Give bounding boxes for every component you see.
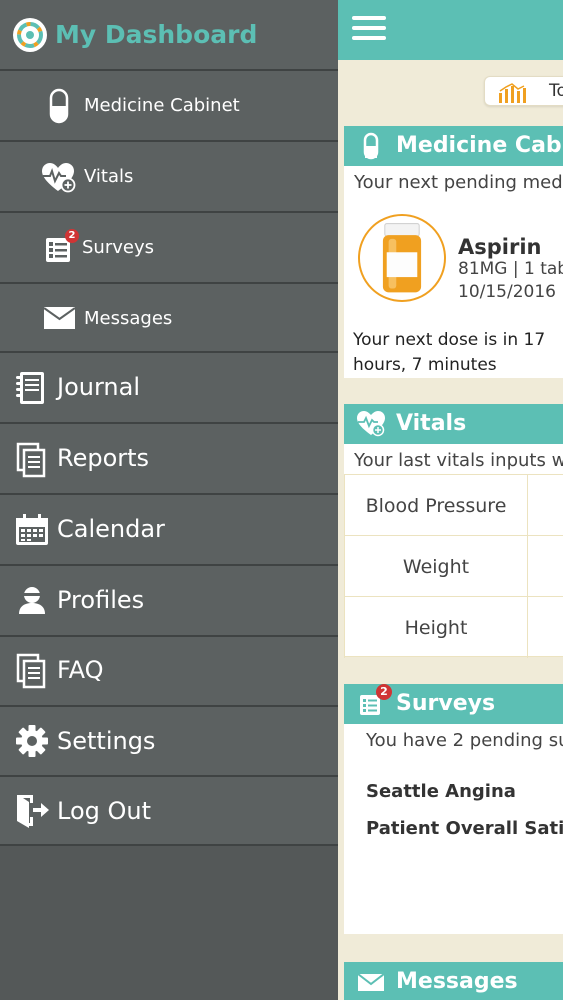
drawer-item-label: Vitals: [84, 166, 134, 187]
surveys-card[interactable]: 2 Surveys You have 2 pending su Seattle …: [344, 684, 563, 934]
drawer-item-reports[interactable]: Reports: [0, 424, 338, 495]
survey-item[interactable]: Patient Overall Satisfa: [366, 818, 563, 839]
logout-icon: [17, 795, 49, 828]
vitals-subtitle: Your last vitals inputs w: [354, 450, 563, 471]
notebook-icon: [16, 372, 44, 404]
messages-card-header[interactable]: Messages: [344, 962, 563, 1000]
vitals-card[interactable]: Vitals Your last vitals inputs w Blood P…: [344, 404, 563, 658]
medicine-cabinet-card[interactable]: Medicine Cabine Your next pending med As…: [344, 126, 563, 378]
survey-item[interactable]: Seattle Angina: [366, 781, 516, 802]
bar-chart-icon: [499, 83, 526, 103]
hamburger-menu-icon[interactable]: [352, 16, 386, 42]
drawer-item-my-dashboard[interactable]: My Dashboard: [0, 0, 338, 71]
next-dose-text: Your next dose is in 17 hours, 7 minutes: [353, 330, 546, 375]
view-toggle-button[interactable]: To: [484, 76, 563, 106]
messages-card-title: Messages: [396, 969, 518, 994]
drawer-item-label: Messages: [84, 308, 173, 329]
drawer-item-profiles[interactable]: Profiles: [0, 566, 338, 637]
top-app-bar: [338, 0, 563, 60]
calendar-icon: [16, 514, 48, 545]
drawer-item-journal[interactable]: Journal: [0, 353, 338, 424]
drawer-item-vitals[interactable]: Vitals: [0, 142, 338, 213]
documents-icon: [16, 442, 46, 478]
heart-pulse-icon: [357, 411, 385, 437]
drawer-item-label: Reports: [57, 444, 150, 472]
drawer-item-label: Journal: [57, 373, 141, 401]
surveys-card-header[interactable]: 2 Surveys: [344, 684, 563, 724]
surveys-card-badge: 2: [376, 684, 392, 700]
drawer-item-messages[interactable]: Messages: [0, 284, 338, 353]
medication-name: Aspirin: [458, 235, 542, 259]
medicine-cabinet-card-header[interactable]: Medicine Cabine: [344, 126, 563, 166]
drawer-item-label: FAQ: [57, 656, 104, 684]
drawer-item-log-out[interactable]: Log Out: [0, 777, 338, 846]
drawer-title: My Dashboard: [55, 20, 258, 49]
envelope-icon: [44, 307, 75, 329]
vitals-row-label: Height: [344, 597, 528, 658]
view-toggle-label: To: [549, 81, 563, 101]
drawer-item-medicine-cabinet[interactable]: Medicine Cabinet: [0, 71, 338, 142]
drawer-item-surveys[interactable]: 2 Surveys: [0, 213, 338, 284]
drawer-item-label: Settings: [57, 727, 156, 755]
navigation-drawer: My Dashboard Medicine Cabinet Vitals 2 S…: [0, 0, 338, 1000]
drawer-item-label: Surveys: [82, 237, 154, 258]
envelope-icon: [357, 973, 385, 991]
surveys-subtitle: You have 2 pending su: [366, 730, 563, 751]
drawer-item-settings[interactable]: Settings: [0, 707, 338, 777]
medicine-cabinet-card-title: Medicine Cabine: [396, 133, 563, 158]
heart-pulse-icon: [42, 163, 76, 193]
drawer-item-label: Medicine Cabinet: [84, 95, 240, 116]
drawer-item-faq[interactable]: FAQ: [0, 637, 338, 707]
surveys-badge: 2: [65, 229, 79, 243]
drawer-item-label: Profiles: [57, 586, 145, 614]
medicine-subtitle: Your next pending med: [354, 172, 563, 193]
drawer-item-label: Log Out: [57, 797, 152, 825]
messages-card[interactable]: Messages: [344, 962, 563, 1000]
app-logo-icon: [13, 18, 47, 52]
vitals-row-height[interactable]: Height: [344, 596, 563, 658]
surveys-card-title: Surveys: [396, 691, 496, 716]
vitals-row-label: Blood Pressure: [344, 475, 528, 536]
vitals-row-label: Weight: [344, 536, 528, 597]
user-icon: [19, 587, 45, 614]
drawer-empty-space: [0, 846, 338, 1000]
vitals-row-weight[interactable]: Weight: [344, 535, 563, 597]
vitals-row-blood-pressure[interactable]: Blood Pressure: [344, 474, 563, 536]
pill-icon: [363, 132, 379, 160]
gear-icon: [16, 725, 48, 757]
vitals-card-header[interactable]: Vitals: [344, 404, 563, 444]
faq-documents-icon: [16, 653, 46, 689]
pill-bottle-icon: [358, 214, 446, 302]
drawer-item-calendar[interactable]: Calendar: [0, 495, 338, 566]
medication-date: 10/15/2016: [458, 282, 556, 302]
main-content: To Medicine Cabine Your next pending med…: [338, 0, 563, 1000]
drawer-item-label: Calendar: [57, 515, 165, 543]
vitals-card-title: Vitals: [396, 411, 467, 436]
pill-icon: [49, 88, 69, 124]
medication-dose: 81MG | 1 tab: [458, 259, 563, 279]
